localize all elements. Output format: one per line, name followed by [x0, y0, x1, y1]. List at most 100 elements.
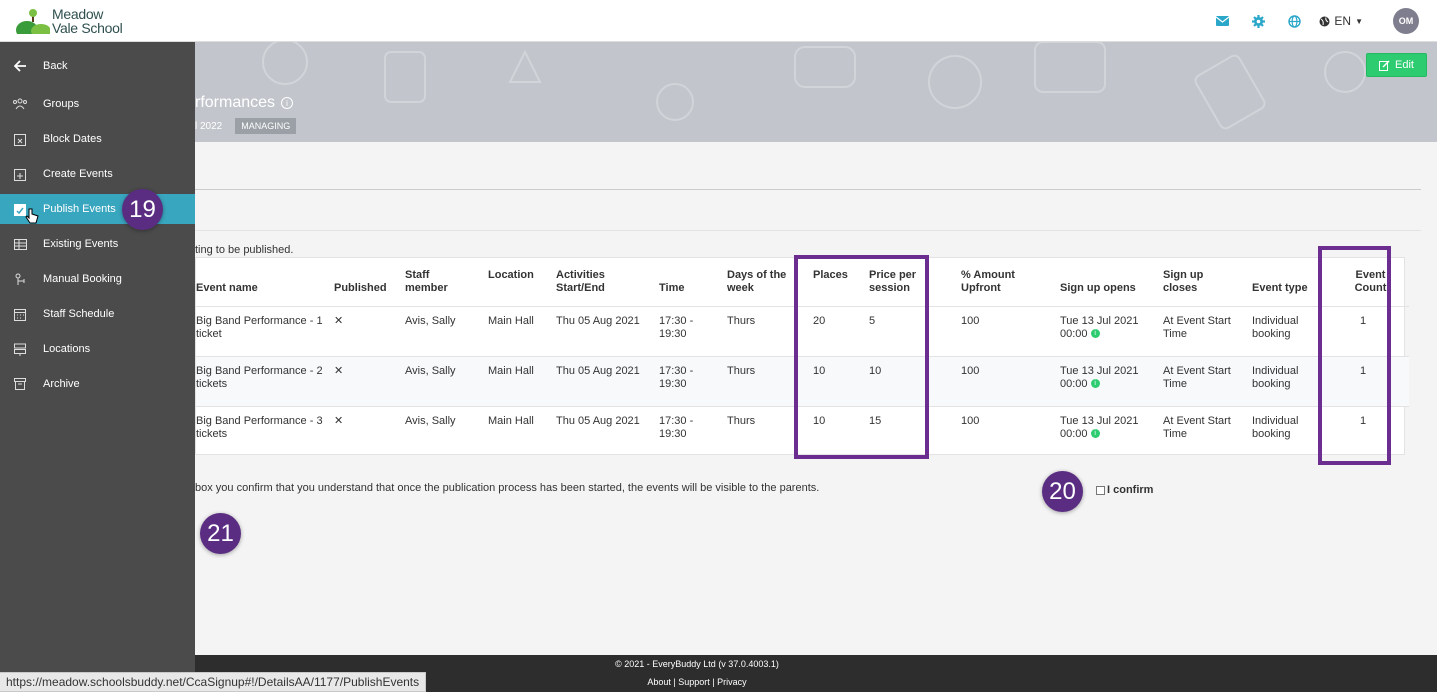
- cell-event-name: Big Band Performance - 2 tickets: [196, 355, 334, 406]
- gear-icon[interactable]: [1245, 8, 1271, 34]
- sidebar-item-label: Groups: [43, 98, 80, 110]
- banner-date: l 2022: [195, 120, 223, 132]
- cell-published: ✕: [334, 405, 405, 456]
- cell-time: 17:30 - 19:30: [659, 305, 727, 356]
- logo-hills-icon: [16, 9, 50, 34]
- sidebar-item-existing-events[interactable]: Existing Events: [0, 229, 195, 259]
- status-bar-url: https://meadow.schoolsbuddy.net/CcaSignu…: [0, 672, 427, 692]
- signup-opens-date: Tue 13 Jul 2021: [1060, 414, 1139, 427]
- school-name-line1: Meadow: [52, 6, 104, 22]
- sidebar-item-label: Archive: [43, 378, 80, 390]
- sidebar-item-back[interactable]: Back: [0, 51, 195, 81]
- sidebar-item-label: Manual Booking: [43, 273, 122, 285]
- cell-signup-closes: At Event Start Time: [1163, 405, 1252, 456]
- highlight-event-count: [1318, 246, 1391, 465]
- footer-copyright: © 2021 - EveryBuddy Ltd (v 37.0.4003.1): [615, 659, 779, 669]
- globe-icon[interactable]: [1281, 8, 1307, 34]
- sidebar-item-label: Block Dates: [43, 133, 102, 145]
- managing-badge: MANAGING: [235, 118, 297, 134]
- cell-location: Main Hall: [488, 305, 556, 356]
- sidebar-item-block-dates[interactable]: Block Dates: [0, 124, 195, 154]
- booking-icon: [12, 271, 28, 287]
- table-icon: [12, 236, 28, 252]
- footer-link-support[interactable]: Support: [678, 677, 710, 687]
- highlight-places-price: [794, 255, 929, 459]
- school-name-line2: Vale School: [52, 20, 123, 36]
- header-event-name[interactable]: Event name: [196, 258, 334, 306]
- arrow-left-icon: [12, 58, 28, 74]
- user-avatar[interactable]: OM: [1393, 8, 1419, 34]
- banner-pattern: [262, 42, 1366, 130]
- sidebar-item-locations[interactable]: Locations: [0, 334, 195, 364]
- sidebar-item-archive[interactable]: Archive: [0, 369, 195, 399]
- page-title-text: rformances: [195, 94, 276, 111]
- cell-dates: Thu 05 Aug 2021: [556, 355, 659, 406]
- sidebar: Back Groups Block Dates Create Events Pu…: [0, 42, 195, 692]
- header-upfront[interactable]: % Amount Upfront: [961, 258, 1060, 306]
- cell-time: 17:30 - 19:30: [659, 405, 727, 456]
- school-name: Meadow Vale School: [52, 6, 123, 36]
- checkbox-icon[interactable]: [1096, 485, 1105, 495]
- footer-link-privacy[interactable]: Privacy: [717, 677, 747, 687]
- waiting-message: ting to be published.: [195, 244, 294, 256]
- signup-opens-date: Tue 13 Jul 2021: [1060, 314, 1139, 327]
- step-marker-19: 19: [122, 189, 163, 230]
- calendar-icon: [12, 306, 28, 322]
- sidebar-item-label: Staff Schedule: [43, 308, 115, 320]
- language-label: EN: [1334, 14, 1352, 28]
- page-banner: rformances i l 2022 MANAGING Edit: [195, 42, 1437, 142]
- confirm-checkbox[interactable]: I confirm: [1096, 484, 1153, 496]
- globe-small-icon: [1319, 16, 1330, 26]
- cell-location: Main Hall: [488, 405, 556, 456]
- step-marker-21: 21: [200, 513, 241, 554]
- cell-upfront: 100: [961, 305, 1060, 356]
- calendar-plus-icon: [12, 166, 28, 182]
- banner-subtitle: l 2022 MANAGING: [195, 118, 297, 134]
- sidebar-item-manual-booking[interactable]: Manual Booking: [0, 264, 195, 294]
- info-icon[interactable]: i: [1090, 329, 1100, 339]
- cell-dates: Thu 05 Aug 2021: [556, 405, 659, 456]
- edit-button-label: Edit: [1395, 59, 1414, 71]
- cell-signup-closes: At Event Start Time: [1163, 355, 1252, 406]
- envelope-icon[interactable]: [1209, 8, 1235, 34]
- cell-event-name: Big Band Performance - 1 ticket: [196, 305, 334, 356]
- sidebar-item-label: Back: [43, 60, 68, 72]
- header-time[interactable]: Time: [659, 258, 727, 306]
- sidebar-item-staff-schedule[interactable]: Staff Schedule: [0, 299, 195, 329]
- signup-opens-date: Tue 13 Jul 2021: [1060, 364, 1139, 377]
- divider: [195, 230, 1421, 231]
- top-bar: Meadow Vale School EN ▼ OM: [0, 0, 1437, 42]
- header-staff-member[interactable]: Staff member: [405, 258, 488, 306]
- language-selector[interactable]: EN ▼: [1319, 14, 1363, 28]
- info-icon[interactable]: i: [1090, 379, 1100, 389]
- sidebar-item-label: Existing Events: [43, 238, 119, 250]
- confirm-label: I confirm: [1107, 484, 1154, 496]
- signpost-icon: [12, 341, 28, 357]
- signup-opens-time: 00:00: [1060, 327, 1088, 340]
- edit-button[interactable]: Edit: [1366, 53, 1427, 77]
- cell-published: ✕: [334, 355, 405, 406]
- sidebar-item-label: Locations: [43, 343, 91, 355]
- cell-signup-closes: At Event Start Time: [1163, 305, 1252, 356]
- header-activities[interactable]: Activities Start/End: [556, 258, 659, 306]
- header-signup-opens[interactable]: Sign up opens: [1060, 258, 1163, 306]
- cell-staff: Avis, Sally: [405, 355, 488, 406]
- footer-link-about[interactable]: About: [647, 677, 671, 687]
- header-signup-closes[interactable]: Sign up closes: [1163, 258, 1252, 306]
- header-location[interactable]: Location: [488, 258, 556, 306]
- header-published[interactable]: Published: [334, 258, 405, 306]
- sidebar-item-label: Create Events: [43, 168, 113, 180]
- cell-signup-opens: Tue 13 Jul 2021 00:00 i: [1060, 305, 1163, 356]
- edit-icon: [1379, 59, 1390, 71]
- cell-signup-opens: Tue 13 Jul 2021 00:00 i: [1060, 355, 1163, 406]
- step-marker-20: 20: [1042, 471, 1083, 512]
- sidebar-item-create-events[interactable]: Create Events: [0, 159, 195, 189]
- info-icon[interactable]: i: [281, 97, 294, 109]
- signup-opens-time: 00:00: [1060, 377, 1088, 390]
- sidebar-item-groups[interactable]: Groups: [0, 89, 195, 119]
- caret-down-icon: ▼: [1355, 16, 1363, 26]
- cell-event-name: Big Band Performance - 3 tickets: [196, 405, 334, 456]
- school-logo[interactable]: Meadow Vale School: [16, 6, 126, 36]
- info-icon[interactable]: i: [1090, 429, 1100, 439]
- divider: [195, 189, 1421, 190]
